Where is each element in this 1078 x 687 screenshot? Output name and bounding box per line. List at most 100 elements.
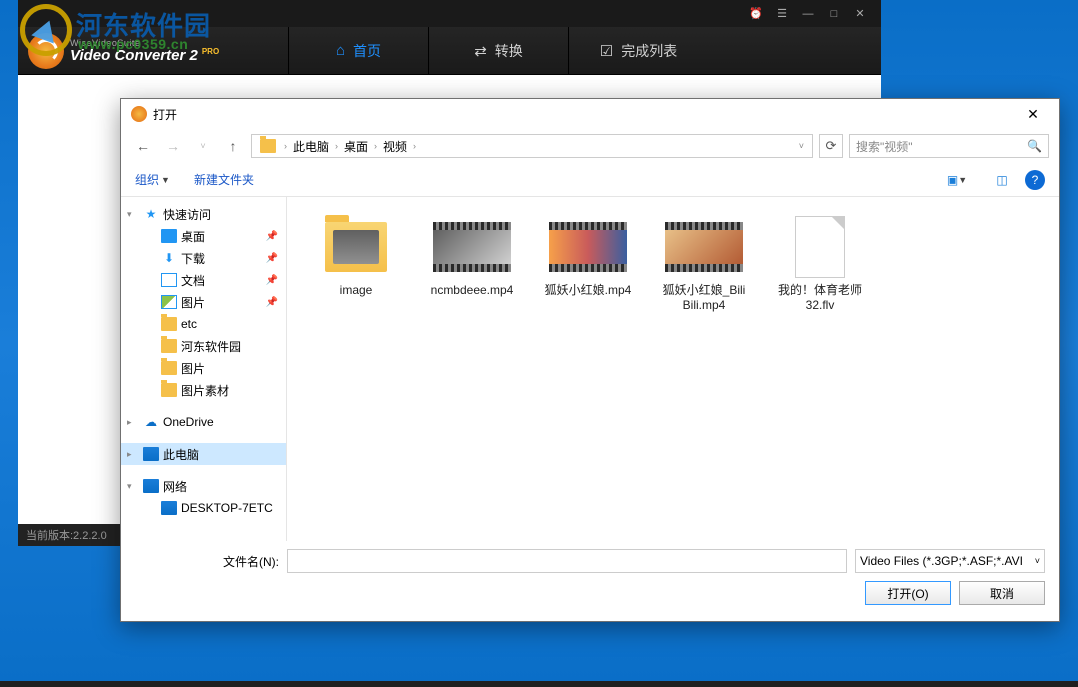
file-open-dialog: 打开 ✕ ← → ˅ ↑ › 此电脑 › 桌面 › 视频 › ˅ ⟳ 搜索"视频… — [120, 98, 1060, 622]
open-button[interactable]: 打开(O) — [865, 581, 951, 605]
close-button[interactable]: ✕ — [847, 5, 873, 23]
breadcrumb[interactable]: › 此电脑 › 桌面 › 视频 › ˅ — [251, 134, 813, 158]
nav-recent-dropdown[interactable]: ˅ — [191, 134, 215, 158]
dialog-titlebar: 打开 ✕ — [121, 99, 1059, 129]
breadcrumb-seg-2[interactable]: 视频 — [379, 138, 411, 155]
logo-title: Video Converter 2PRO — [70, 48, 219, 63]
sidebar-item-etc[interactable]: etc — [121, 313, 286, 335]
dialog-main: ▾★快速访问 桌面📌 ⬇下载📌 文档📌 图片📌 etc 河东软件园 图片 图片素… — [121, 197, 1059, 541]
file-item[interactable]: 狐妖小红娘_BiliBili.mp4 — [655, 211, 753, 317]
download-icon: ⬇ — [161, 251, 177, 265]
convert-icon: ⇄ — [474, 42, 487, 60]
tab-done[interactable]: ☑完成列表 — [568, 27, 708, 74]
dialog-toolbar: 组织 ▼ 新建文件夹 ▣ ▼ ◫ ? — [121, 163, 1059, 197]
sidebar-item-pictures2[interactable]: 图片 — [121, 357, 286, 379]
sidebar-item-quick-access[interactable]: ▾★快速访问 — [121, 203, 286, 225]
nav-forward-button[interactable]: → — [161, 134, 185, 158]
settings-icon[interactable]: ☰ — [769, 5, 795, 23]
file-label: 狐妖小红娘_BiliBili.mp4 — [659, 283, 749, 313]
pin-icon: 📌 — [266, 275, 278, 286]
picture-icon — [161, 295, 177, 309]
app-titlebar: ⏰ ☰ — □ ✕ — [18, 0, 881, 27]
file-item[interactable]: image — [307, 211, 405, 317]
maximize-button[interactable]: □ — [821, 5, 847, 23]
folder-icon — [161, 339, 177, 353]
sidebar-item-pics-material[interactable]: 图片素材 — [121, 379, 286, 401]
sidebar-item-this-pc[interactable]: ▸此电脑 — [121, 443, 286, 465]
dialog-close-button[interactable]: ✕ — [1013, 103, 1053, 125]
minimize-button[interactable]: — — [795, 5, 821, 23]
version-label: 当前版本:2.2.2.0 — [26, 527, 107, 543]
nav-up-button[interactable]: ↑ — [221, 134, 245, 158]
folder-icon — [161, 383, 177, 397]
check-icon: ☑ — [600, 42, 613, 60]
cancel-button[interactable]: 取消 — [959, 581, 1045, 605]
search-input[interactable]: 搜索"视频" 🔍 — [849, 134, 1049, 158]
file-label: 我的！体育老师32.flv — [775, 283, 865, 313]
nav-back-button[interactable]: ← — [131, 134, 155, 158]
sidebar-item-network[interactable]: ▾网络 — [121, 475, 286, 497]
pin-icon: 📌 — [266, 297, 278, 308]
panel-icon: ◫ — [996, 173, 1007, 187]
pin-icon: 📌 — [266, 231, 278, 242]
pc-icon — [143, 447, 159, 461]
file-item[interactable]: 狐妖小红娘.mp4 — [539, 211, 637, 317]
tab-convert[interactable]: ⇄转换 — [428, 27, 568, 74]
alarm-icon[interactable]: ⏰ — [743, 5, 769, 23]
tab-home[interactable]: ⌂首页 — [288, 27, 428, 74]
desktop-icon — [161, 229, 177, 243]
sidebar: ▾★快速访问 桌面📌 ⬇下载📌 文档📌 图片📌 etc 河东软件园 图片 图片素… — [121, 197, 287, 541]
video-thumb-icon — [433, 215, 511, 279]
taskbar — [0, 681, 1078, 687]
video-thumb-icon — [665, 215, 743, 279]
sidebar-item-desktop-pc[interactable]: DESKTOP-7ETC — [121, 497, 286, 519]
preview-pane-button[interactable]: ◫ — [985, 169, 1019, 191]
dialog-icon — [131, 106, 147, 122]
home-icon: ⌂ — [336, 42, 345, 59]
new-folder-button[interactable]: 新建文件夹 — [194, 171, 254, 188]
help-button[interactable]: ? — [1025, 170, 1045, 190]
search-icon: 🔍 — [1027, 139, 1042, 153]
nav-tabs: ⌂首页 ⇄转换 ☑完成列表 — [288, 27, 708, 74]
refresh-button[interactable]: ⟳ — [819, 134, 843, 158]
star-icon: ★ — [143, 207, 159, 221]
network-icon — [143, 479, 159, 493]
organize-button[interactable]: 组织 ▼ — [135, 171, 170, 188]
picture-icon: ▣ — [947, 173, 958, 187]
file-label: image — [340, 283, 373, 298]
dialog-bottom: 文件名(N): Video Files (*.3GP;*.ASF;*.AVI˅ … — [121, 541, 1059, 613]
file-label: ncmbdeee.mp4 — [431, 283, 514, 298]
folder-icon — [161, 317, 177, 331]
file-label: 狐妖小红娘.mp4 — [545, 283, 632, 298]
file-icon — [781, 215, 859, 279]
pin-icon: 📌 — [266, 253, 278, 264]
file-type-filter[interactable]: Video Files (*.3GP;*.ASF;*.AVI˅ — [855, 549, 1045, 573]
sidebar-item-hedong[interactable]: 河东软件园 — [121, 335, 286, 357]
dialog-navbar: ← → ˅ ↑ › 此电脑 › 桌面 › 视频 › ˅ ⟳ 搜索"视频" 🔍 — [121, 129, 1059, 163]
sidebar-item-downloads[interactable]: ⬇下载📌 — [121, 247, 286, 269]
document-icon — [161, 273, 177, 287]
view-mode-button[interactable]: ▣ ▼ — [935, 169, 979, 191]
breadcrumb-seg-1[interactable]: 桌面 — [340, 138, 372, 155]
video-thumb-icon — [549, 215, 627, 279]
dialog-title: 打开 — [153, 106, 177, 123]
sidebar-item-documents[interactable]: 文档📌 — [121, 269, 286, 291]
folder-icon — [161, 361, 177, 375]
folder-icon — [317, 215, 395, 279]
filename-label: 文件名(N): — [223, 553, 279, 570]
file-item[interactable]: ncmbdeee.mp4 — [423, 211, 521, 317]
app-header: WiseVideoSuite Video Converter 2PRO ⌂首页 … — [18, 27, 881, 75]
breadcrumb-seg-0[interactable]: 此电脑 — [289, 138, 333, 155]
pc-icon — [161, 501, 177, 515]
folder-icon — [260, 139, 276, 153]
logo-icon — [28, 33, 64, 69]
cloud-icon: ☁ — [143, 415, 159, 429]
sidebar-item-onedrive[interactable]: ▸☁OneDrive — [121, 411, 286, 433]
sidebar-item-desktop[interactable]: 桌面📌 — [121, 225, 286, 247]
breadcrumb-dropdown[interactable]: ˅ — [799, 141, 804, 151]
sidebar-item-pictures[interactable]: 图片📌 — [121, 291, 286, 313]
app-logo: WiseVideoSuite Video Converter 2PRO — [18, 33, 288, 69]
filename-input[interactable] — [287, 549, 847, 573]
file-list: image ncmbdeee.mp4 狐妖小红娘.mp4 狐妖小红娘_BiliBili… — [287, 197, 1059, 541]
file-item[interactable]: 我的！体育老师32.flv — [771, 211, 869, 317]
